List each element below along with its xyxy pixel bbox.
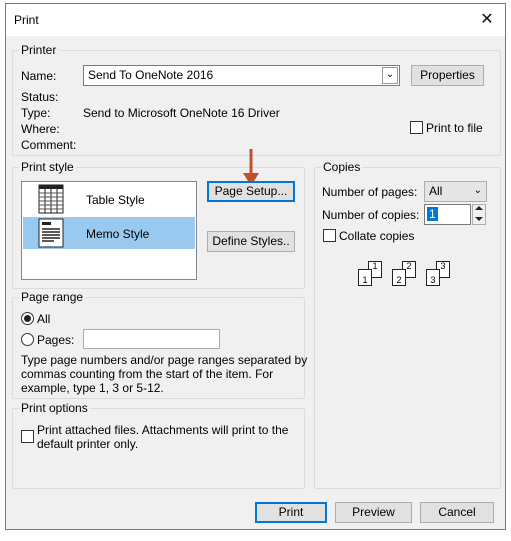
- printer-group-label: Printer: [19, 43, 59, 57]
- printer-name-select[interactable]: Send To OneNote 2016 ⌄: [83, 65, 400, 86]
- page-range-help-line2: commas counting from the start of the it…: [21, 367, 274, 381]
- preview-button[interactable]: Preview: [335, 502, 412, 523]
- print-dialog: Print ✕ Printer Name: Send To OneNote 20…: [5, 3, 506, 530]
- copy-page-front: 1: [358, 269, 372, 286]
- page-range-help-line3: example, type 1, 3 or 5-12.: [21, 381, 164, 395]
- memo-style-icon: [38, 218, 64, 248]
- print-attached-checkbox[interactable]: [21, 430, 34, 443]
- page-range-group-label: Page range: [19, 290, 86, 304]
- copy-page-number: 2: [406, 261, 412, 271]
- table-style-icon: [38, 184, 64, 214]
- print-to-file-checkbox[interactable]: [410, 121, 423, 134]
- number-of-pages-value: All: [429, 184, 443, 198]
- pages-radio[interactable]: [21, 333, 34, 346]
- cancel-button[interactable]: Cancel: [420, 502, 494, 523]
- page-setup-button[interactable]: Page Setup...: [207, 181, 295, 202]
- number-of-copies-input[interactable]: 1: [424, 204, 471, 225]
- copy-page-number: 3: [430, 275, 436, 285]
- copy-page-number: 2: [396, 275, 402, 285]
- chevron-down-icon: ⌄: [473, 185, 482, 196]
- properties-button[interactable]: Properties: [411, 65, 484, 86]
- where-label: Where:: [21, 122, 60, 136]
- style-item-label: Table Style: [86, 193, 145, 207]
- printer-name-value: Send To OneNote 2016: [88, 68, 214, 82]
- status-label: Status:: [21, 90, 59, 104]
- all-pages-label[interactable]: All: [37, 312, 50, 326]
- number-of-pages-select[interactable]: All ⌄: [424, 181, 487, 202]
- style-item-memo[interactable]: Memo Style: [23, 217, 195, 249]
- copy-page-number: 1: [362, 275, 368, 285]
- pages-label[interactable]: Pages:: [37, 333, 74, 347]
- name-label: Name:: [21, 69, 57, 83]
- close-icon[interactable]: ✕: [476, 10, 498, 30]
- title-bar: Print ✕: [6, 4, 505, 36]
- print-button[interactable]: Print: [255, 502, 327, 523]
- collate-checkbox[interactable]: [323, 229, 336, 242]
- type-label: Type:: [21, 106, 51, 120]
- print-attached-label-line1[interactable]: Print attached files. Attachments will p…: [37, 423, 288, 437]
- print-options-group-label: Print options: [19, 401, 90, 415]
- number-of-copies-value: 1: [427, 207, 438, 221]
- radio-selected-dot: [24, 315, 31, 322]
- copies-group-label: Copies: [321, 160, 363, 174]
- copy-page-number: 3: [440, 261, 446, 271]
- collate-preview: 1 1 2 2 3 3: [356, 259, 466, 293]
- style-item-label: Memo Style: [86, 227, 150, 241]
- print-attached-label-line2[interactable]: default printer only.: [37, 437, 138, 451]
- copy-page-front: 3: [426, 269, 440, 286]
- dialog-title: Print: [14, 13, 39, 27]
- print-style-group-label: Print style: [19, 160, 76, 174]
- copy-page-number: 1: [372, 261, 378, 271]
- define-styles-button[interactable]: Define Styles..: [207, 231, 295, 252]
- spin-down-icon[interactable]: [475, 217, 483, 221]
- print-to-file-label[interactable]: Print to file: [426, 121, 483, 135]
- chevron-down-icon[interactable]: ⌄: [382, 67, 398, 84]
- comment-label: Comment:: [21, 138, 77, 152]
- type-value: Send to Microsoft OneNote 16 Driver: [83, 106, 280, 120]
- spin-up-icon[interactable]: [475, 206, 483, 210]
- style-item-table[interactable]: Table Style: [23, 183, 195, 215]
- number-of-copies-label: Number of copies:: [322, 208, 420, 222]
- copies-spinner[interactable]: [472, 204, 486, 225]
- collate-label[interactable]: Collate copies: [339, 229, 414, 243]
- pages-input[interactable]: [83, 329, 220, 349]
- number-of-pages-label: Number of pages:: [322, 185, 418, 199]
- print-style-list[interactable]: Table Style Memo Style: [21, 181, 197, 280]
- copy-page-front: 2: [392, 269, 406, 286]
- page-range-help-line1: Type page numbers and/or page ranges sep…: [21, 353, 308, 367]
- all-pages-radio[interactable]: [21, 312, 34, 325]
